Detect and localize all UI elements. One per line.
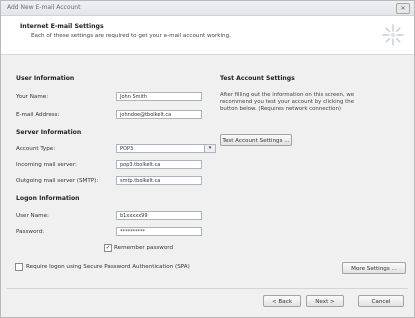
remember-password-checkbox[interactable]: ✓ (104, 244, 112, 252)
header-title: Internet E-mail Settings (20, 23, 104, 30)
test-settings-description-line3: button below. (Requires network connecti… (220, 106, 341, 112)
account-type-select[interactable]: POP3 ▾ (116, 144, 216, 153)
title-bar: Add New E-mail Account ✕ (1, 1, 414, 16)
incoming-server-input[interactable]: pop3.tbolkelt.ca (116, 160, 202, 169)
chevron-down-icon[interactable]: ▾ (204, 145, 215, 152)
require-spa-checkbox[interactable] (15, 263, 23, 271)
account-type-label: Account Type: (16, 146, 56, 152)
user-info-heading: User Information (16, 75, 75, 82)
window-title: Add New E-mail Account (7, 4, 81, 11)
next-button[interactable]: Next > (306, 295, 344, 307)
close-icon: ✕ (400, 5, 406, 12)
cancel-button[interactable]: Cancel (358, 295, 404, 307)
add-email-account-dialog: Add New E-mail Account ✕ Internet E-mail… (0, 0, 415, 318)
account-type-value: POP3 (120, 146, 134, 152)
footer-divider (7, 288, 408, 289)
email-address-label: E-mail Address: (16, 112, 60, 118)
test-settings-description-line2: recommend you test your account by click… (220, 99, 355, 105)
your-name-label: Your Name: (16, 94, 49, 100)
outgoing-server-input[interactable]: smtp.tbolkelt.ca (116, 176, 202, 185)
require-spa-label[interactable]: Require logon using Secure Password Auth… (26, 264, 190, 270)
dialog-header: Internet E-mail Settings Each of these s… (1, 16, 414, 55)
test-account-settings-button[interactable]: Test Account Settings ... (220, 134, 292, 146)
password-label: Password: (16, 229, 45, 235)
user-name-label: User Name: (16, 213, 49, 219)
server-info-heading: Server Information (16, 129, 82, 136)
user-name-input[interactable]: b1xxxxx99 (116, 211, 202, 220)
sparkle-icon (382, 24, 404, 46)
test-settings-heading: Test Account Settings (220, 75, 295, 82)
test-settings-description-line1: After filling out the information on thi… (220, 92, 355, 98)
logon-info-heading: Logon Information (16, 195, 80, 202)
outgoing-server-label: Outgoing mail server (SMTP): (16, 178, 99, 184)
back-button[interactable]: < Back (263, 295, 301, 307)
your-name-input[interactable]: John Smith (116, 92, 202, 101)
header-subtitle: Each of these settings are required to g… (31, 33, 231, 39)
close-button[interactable]: ✕ (396, 3, 410, 14)
email-address-input[interactable]: johndoe@tbolkelt.ca (116, 110, 202, 119)
incoming-server-label: Incoming mail server: (16, 162, 77, 168)
remember-password-label[interactable]: Remember password (114, 245, 173, 251)
more-settings-button[interactable]: More Settings ... (342, 262, 406, 274)
password-input[interactable]: ********** (116, 227, 202, 236)
